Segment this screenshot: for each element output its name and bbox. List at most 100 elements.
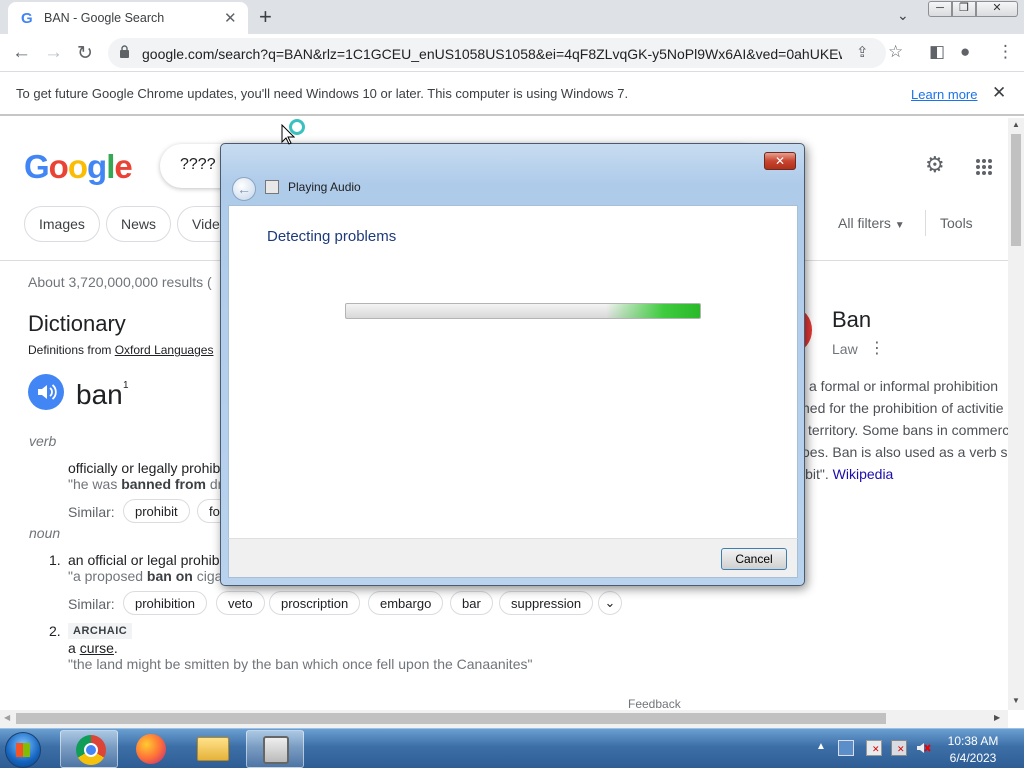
security-alert-icon[interactable]: ✕	[866, 740, 882, 756]
headword: ban	[76, 379, 123, 410]
vertical-scrollbar[interactable]: ▲ ▼	[1008, 118, 1024, 710]
folder-icon	[197, 737, 229, 761]
knowledge-panel-subtitle: Law	[832, 341, 858, 357]
similar-word-pill[interactable]: prohibition	[123, 591, 207, 615]
feedback-link[interactable]: Feedback	[628, 697, 681, 710]
tools-button[interactable]: Tools	[940, 215, 973, 231]
taskbar-troubleshooter-button[interactable]	[246, 730, 304, 768]
example-text: ciga	[192, 568, 223, 584]
verb-example: "he was banned from dri	[68, 476, 225, 492]
headword-superscript: 1	[123, 380, 129, 391]
knowledge-panel-text: ibit". Wikipedia	[802, 466, 893, 482]
example-text: "a proposed	[68, 568, 147, 584]
tab-news[interactable]: News	[106, 206, 172, 242]
show-hidden-icons-arrow[interactable]: ▲	[816, 741, 826, 752]
curse-link[interactable]: curse	[80, 640, 114, 656]
troubleshooter-app-icon	[265, 180, 279, 194]
wikipedia-link[interactable]: Wikipedia	[833, 466, 894, 482]
back-arrow-icon[interactable]: ←	[232, 177, 256, 201]
definition-number: 2.	[49, 623, 61, 639]
scrollbar-thumb[interactable]	[1011, 134, 1021, 246]
cancel-button[interactable]: Cancel	[721, 548, 787, 570]
back-icon[interactable]: ←	[12, 42, 31, 64]
tab-search-chevron-icon[interactable]: ⌄	[897, 7, 909, 24]
dialog-title: Playing Audio	[288, 180, 361, 194]
definition-text: a	[68, 640, 80, 656]
similar-word-pill[interactable]: proscription	[269, 591, 361, 615]
dialog-close-button[interactable]: ✕	[764, 152, 796, 170]
dictionary-source: Definitions from Oxford Languages	[28, 343, 213, 357]
knowledge-panel-title: Ban	[832, 307, 872, 332]
window-restore-button[interactable]: ❐	[952, 1, 976, 17]
progress-bar	[345, 303, 701, 319]
browser-tab[interactable]: G BAN - Google Search ✕	[8, 2, 248, 34]
clock-date[interactable]: 6/4/2023	[936, 751, 1010, 765]
taskbar-explorer-button[interactable]	[184, 730, 242, 768]
tab-close-icon[interactable]: ✕	[224, 9, 237, 27]
settings-gear-icon[interactable]: ⚙	[925, 152, 945, 178]
noun-definition-2: a curse.	[68, 640, 118, 656]
google-logo[interactable]: Google	[24, 148, 133, 186]
expand-chevron-icon[interactable]: ⌄	[598, 591, 622, 615]
pronunciation-speaker-icon[interactable]	[28, 374, 64, 410]
horizontal-scrollbar[interactable]: ◀ ▶	[0, 710, 1008, 728]
noun-example-1: "a proposed ban on ciga	[68, 568, 222, 584]
example-bold: banned from	[121, 476, 206, 492]
scrollbar-thumb[interactable]	[16, 713, 886, 724]
part-of-speech-verb: verb	[29, 433, 57, 449]
window-close-button[interactable]: ✕	[976, 1, 1018, 17]
similar-label: Similar:	[68, 596, 115, 612]
archaic-label: ARCHAIC	[68, 623, 133, 639]
noun-example-2: "the land might be smitten by the ban wh…	[68, 656, 533, 672]
action-center-icon[interactable]	[838, 740, 854, 756]
google-apps-icon[interactable]	[975, 158, 993, 176]
definition-number: 1.	[49, 552, 61, 568]
reload-icon[interactable]: ↻	[77, 42, 93, 65]
similar-label: Similar:	[68, 504, 115, 520]
definition-text: .	[113, 640, 118, 656]
learn-more-link[interactable]: Learn more	[911, 87, 977, 102]
dictionary-source-prefix: Definitions from	[28, 343, 112, 357]
window-minimize-button[interactable]: ─	[928, 1, 952, 17]
knowledge-panel-text: oes. Ban is also used as a verb si	[802, 444, 1008, 460]
share-icon[interactable]: ⇪	[856, 43, 869, 61]
infobar-close-icon[interactable]: ✕	[992, 83, 1006, 103]
speaker-icon	[38, 384, 57, 400]
address-bar[interactable]: google.com/search?q=BAN&rlz=1C1GCEU_enUS…	[108, 38, 903, 68]
infobar-message: To get future Google Chrome updates, you…	[16, 86, 629, 101]
speaker-muted-icon	[917, 743, 931, 753]
knowledge-panel-text: territory. Some bans in commerc	[808, 422, 1008, 438]
scroll-up-arrow-icon[interactable]: ▲	[1012, 120, 1020, 129]
similar-word-pill[interactable]: suppression	[499, 591, 594, 615]
bookmark-star-icon[interactable]: ☆	[888, 42, 903, 62]
all-filters-button[interactable]: All filters ▼	[838, 215, 905, 231]
knowledge-panel-text: a formal or informal prohibition	[809, 378, 999, 394]
start-button[interactable]	[5, 732, 41, 768]
profile-avatar-icon[interactable]: ●	[960, 42, 970, 62]
network-icon[interactable]: ✕	[891, 740, 907, 756]
scroll-down-arrow-icon[interactable]: ▼	[1012, 696, 1020, 705]
oxford-languages-link[interactable]: Oxford Languages	[115, 343, 214, 357]
volume-muted-icon[interactable]	[915, 740, 931, 756]
side-panel-icon[interactable]: ◧	[929, 42, 945, 62]
tab-strip: G BAN - Google Search ✕ + ⌄ ─ ❐ ✕	[0, 0, 1024, 34]
clock-time[interactable]: 10:38 AM	[936, 734, 1010, 748]
similar-word-pill[interactable]: bar	[450, 591, 493, 615]
menu-kebab-icon[interactable]: ⋮	[997, 42, 1014, 62]
scroll-left-arrow-icon[interactable]: ◀	[4, 713, 10, 722]
similar-word-pill[interactable]: prohibit	[123, 499, 190, 523]
troubleshooter-dialog: ✕ ← Playing Audio Detecting problems Can…	[220, 143, 805, 586]
part-of-speech-noun: noun	[29, 525, 61, 541]
scroll-right-arrow-icon[interactable]: ▶	[994, 713, 1000, 722]
taskbar-chrome-button[interactable]	[60, 730, 118, 768]
taskbar-firefox-button[interactable]	[122, 730, 180, 768]
chrome-icon	[76, 735, 106, 765]
troubleshooter-icon	[263, 736, 289, 764]
similar-word-pill[interactable]: veto	[216, 591, 265, 615]
forward-icon[interactable]: →	[44, 42, 63, 64]
caret-down-icon: ▼	[894, 220, 905, 231]
more-options-icon[interactable]: ⋮	[869, 338, 885, 358]
tab-images[interactable]: Images	[24, 206, 100, 242]
similar-word-pill[interactable]: embargo	[368, 591, 444, 615]
new-tab-button[interactable]: +	[259, 4, 272, 30]
